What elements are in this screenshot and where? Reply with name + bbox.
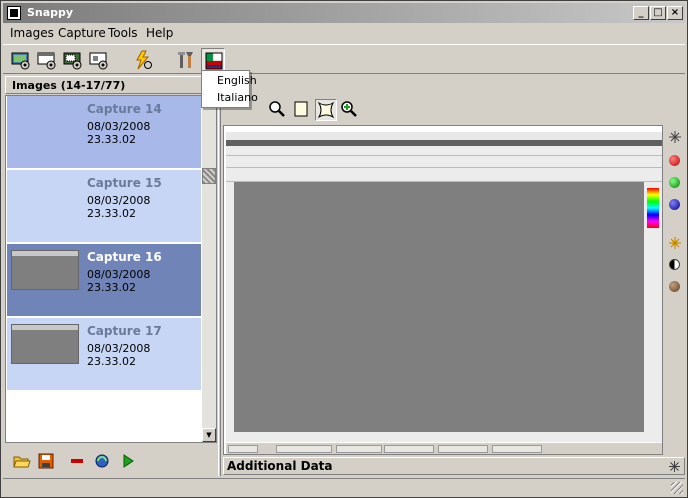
- additional-data-title: Additional Data: [227, 459, 333, 473]
- open-folder-icon[interactable]: [13, 452, 31, 470]
- save-icon[interactable]: [37, 452, 55, 470]
- maximize-button[interactable]: □: [650, 6, 666, 20]
- capture-thumbnail: [11, 250, 79, 290]
- delete-icon[interactable]: [69, 452, 87, 470]
- capture-name: Capture 15: [87, 176, 162, 190]
- preview-taskbar: [226, 442, 662, 454]
- red-channel-icon[interactable]: [669, 155, 680, 166]
- menu-tools[interactable]: Tools: [105, 26, 141, 40]
- expand-icon[interactable]: [669, 461, 680, 475]
- images-panel-header: Images (14-17/77): [5, 76, 215, 94]
- list-item[interactable]: Capture 14 08/03/2008 23.33.02: [7, 96, 201, 169]
- color-tools-strip: [665, 125, 685, 455]
- stretch-icon[interactable]: [315, 99, 337, 121]
- close-button[interactable]: ×: [667, 6, 683, 20]
- images-actions-bar: [5, 448, 217, 474]
- snappy-window: Snappy _ □ × Images Capture Tools Help E…: [0, 0, 688, 498]
- resize-grip[interactable]: [671, 482, 683, 494]
- list-item[interactable]: Capture 16 08/03/2008 23.33.02: [7, 244, 201, 317]
- menu-bar: Images Capture Tools Help: [3, 24, 685, 42]
- brightness-icon[interactable]: [669, 237, 681, 249]
- color-spectrum: [647, 188, 659, 228]
- captures-list: Capture 14 08/03/2008 23.33.02 Capture 1…: [5, 95, 217, 443]
- app-icon: [7, 6, 21, 20]
- capture-name: Capture 16: [87, 250, 162, 264]
- list-item[interactable]: Capture 17 08/03/2008 23.33.02: [7, 318, 201, 391]
- capture-thumbnail: [11, 324, 79, 364]
- preview-color-palette: [644, 182, 662, 432]
- status-bar: [3, 478, 685, 496]
- minimize-button[interactable]: _: [633, 6, 649, 20]
- settings-tools-icon[interactable]: [175, 48, 199, 72]
- capture-date: 08/03/2008 23.33.02: [87, 194, 151, 220]
- capture-region-icon[interactable]: [61, 48, 85, 72]
- capture-name: Capture 17: [87, 324, 162, 338]
- capture-preview[interactable]: [223, 125, 663, 455]
- menu-capture[interactable]: Capture: [55, 26, 109, 40]
- list-scrollbar[interactable]: ▼: [202, 96, 216, 442]
- capture-name: Capture 14: [87, 102, 162, 116]
- refresh-icon[interactable]: [93, 452, 111, 470]
- play-icon[interactable]: [119, 452, 137, 470]
- blue-channel-icon[interactable]: [669, 199, 680, 210]
- capture-date: 08/03/2008 23.33.02: [87, 342, 151, 368]
- window-title: Snappy: [27, 6, 74, 19]
- preview-options-bar: [226, 168, 662, 182]
- language-flag-icon[interactable]: [201, 48, 225, 72]
- menu-images[interactable]: Images: [7, 26, 57, 40]
- capture-window-icon[interactable]: [35, 48, 59, 72]
- green-channel-icon[interactable]: [669, 177, 680, 188]
- preview-status-bar: [226, 432, 662, 442]
- title-bar[interactable]: Snappy _ □ ×: [3, 3, 685, 23]
- capture-date: 08/03/2008 23.33.02: [87, 268, 151, 294]
- preview-toolbar: [226, 156, 662, 168]
- preview-taskbar-strip: [226, 132, 662, 140]
- capture-screen-icon[interactable]: [9, 48, 33, 72]
- language-option-english[interactable]: English: [217, 74, 257, 87]
- contrast-icon[interactable]: [669, 259, 680, 270]
- scrollbar-thumb[interactable]: [202, 168, 216, 184]
- preview-tool-palette: [226, 182, 234, 432]
- menu-help[interactable]: Help: [143, 26, 176, 40]
- panel-splitter[interactable]: [218, 76, 221, 476]
- capture-object-icon[interactable]: [87, 48, 111, 72]
- image-toolbar: [223, 97, 685, 123]
- language-option-italiano[interactable]: Italiano: [217, 91, 258, 104]
- sparkle-icon[interactable]: [669, 131, 681, 143]
- main-toolbar: [3, 44, 685, 74]
- list-item[interactable]: Capture 15 08/03/2008 23.33.02: [7, 170, 201, 243]
- list-empty-area: [7, 392, 201, 442]
- preview-canvas: [234, 182, 644, 432]
- quick-capture-icon[interactable]: [131, 48, 155, 72]
- zoom-icon[interactable]: [267, 99, 289, 121]
- language-dropdown: English Italiano: [201, 70, 258, 108]
- fit-icon[interactable]: [291, 99, 313, 121]
- additional-data-panel[interactable]: Additional Data: [223, 457, 685, 475]
- preview-menu-bar: [226, 146, 662, 156]
- zoom-in-icon[interactable]: [339, 99, 361, 121]
- capture-date: 08/03/2008 23.33.02: [87, 120, 151, 146]
- sepia-icon[interactable]: [669, 281, 680, 292]
- scroll-down-arrow[interactable]: ▼: [202, 428, 216, 442]
